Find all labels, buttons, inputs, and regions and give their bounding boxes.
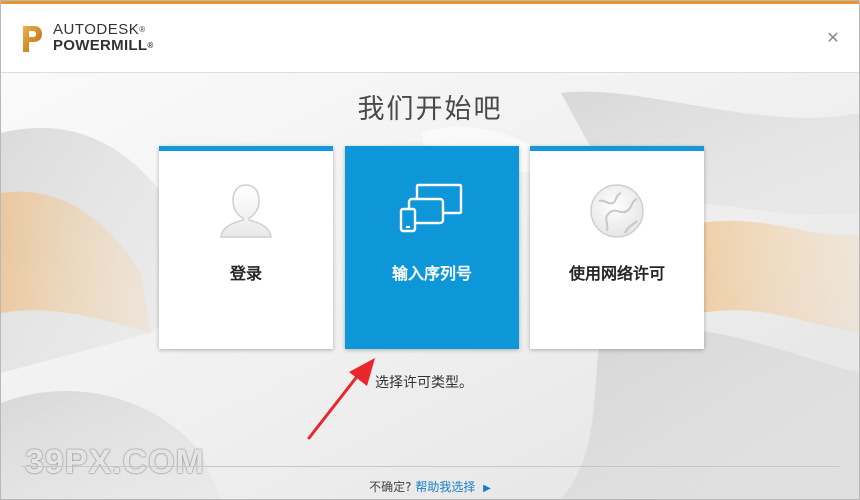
network-license-label: 使用网络许可	[568, 264, 665, 283]
enter-serial-number-label: 输入序列号	[391, 264, 472, 283]
brand-mark: ®	[139, 25, 146, 34]
autodesk-logo-icon	[23, 26, 42, 52]
brand-autodesk: AUTODESK	[53, 21, 140, 38]
enter-serial-number-card[interactable]: 输入序列号	[345, 146, 519, 349]
triangle-right-icon[interactable]: ▶	[483, 483, 491, 494]
not-sure-text: 不确定?	[369, 480, 412, 494]
header: AUTODESK® POWERMILL® ✕	[1, 4, 859, 73]
page-title: 我们开始吧	[357, 94, 503, 125]
annotation-arrow-icon	[307, 358, 375, 440]
sign-in-card[interactable]: 登录	[159, 146, 333, 349]
user-icon	[220, 184, 272, 238]
footer-divider	[21, 466, 839, 467]
brand-mark: ®	[147, 41, 154, 50]
devices-icon	[399, 183, 463, 233]
license-dialog: AUTODESK® POWERMILL® ✕ 我们开始吧 登录 输入序列号 使用…	[0, 0, 860, 500]
network-license-card[interactable]: 使用网络许可	[530, 146, 704, 349]
globe-icon	[590, 184, 644, 238]
brand-product: POWERMILL	[53, 37, 148, 54]
footer: 不确定? 帮助我选择 ▶	[1, 478, 859, 495]
help-me-choose-link[interactable]: 帮助我选择	[415, 480, 475, 494]
brand-name: AUTODESK® POWERMILL®	[53, 22, 154, 54]
license-type-hint: 选择许可类型。	[375, 375, 473, 391]
sign-in-label: 登录	[229, 264, 262, 283]
watermark-text: 39PX.COM	[25, 443, 205, 481]
close-icon[interactable]: ✕	[825, 30, 841, 46]
